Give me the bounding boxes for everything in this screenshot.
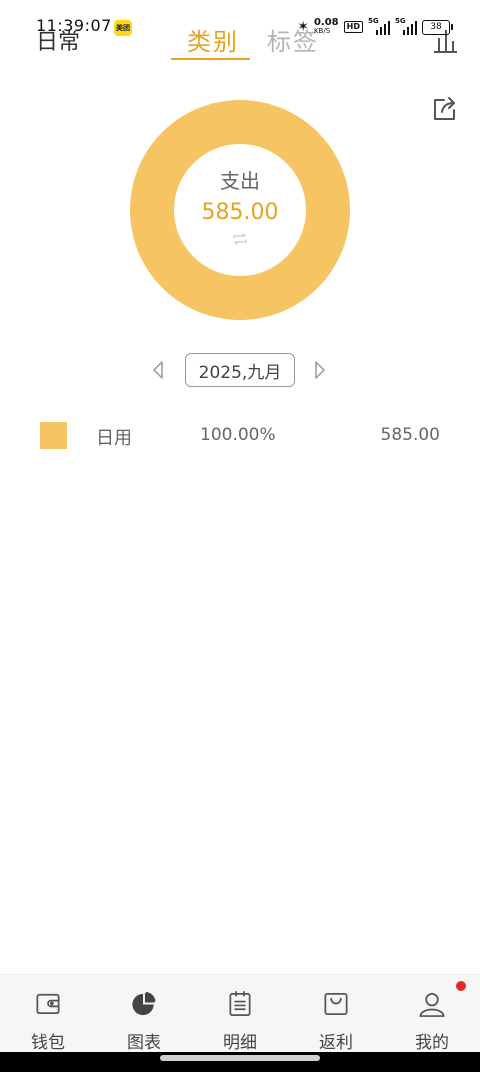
nav-item-mine[interactable]: 我的 [384,975,480,1053]
signal-icon-2: 5G [395,17,417,35]
status-bar: 11:39:07 美团 ✶ 0.08 KB/S HD 5G 5G 38 [0,0,480,48]
nav-label-chart: 图表 [127,1033,161,1053]
meituan-notification-icon: 美团 [114,20,132,36]
expense-donut-chart[interactable]: 支出 585.00 [129,99,350,321]
share-icon[interactable] [432,96,458,122]
network-speed-unit: KB/S [313,27,331,35]
bluetooth-icon: ✶ [297,19,309,35]
category-name: 日用 [96,428,132,449]
nav-label-details: 明细 [223,1033,257,1053]
app-screen: 11:39:07 美团 ✶ 0.08 KB/S HD 5G 5G 38 日常 类… [0,0,480,1072]
bottom-nav: 钱包 图表 明细 返利 我的 [0,974,480,1053]
category-amount: 585.00 [380,425,440,445]
chevron-right-icon[interactable] [312,360,328,380]
nav-label-wallet: 钱包 [31,1033,65,1053]
month-selector: 2025,九月 [0,352,480,388]
category-percent: 100.00% [200,425,276,445]
home-indicator[interactable] [160,1055,320,1061]
nav-item-details[interactable]: 明细 [192,975,288,1053]
donut-center-amount: 585.00 [201,200,279,225]
shopping-bag-icon [324,992,348,1016]
nav-item-wallet[interactable]: 钱包 [0,975,96,1053]
swap-icon[interactable] [232,231,248,247]
notification-badge [456,981,466,991]
wallet-icon [36,993,60,1015]
user-icon [419,992,445,1017]
hd-voice-icon: HD [343,21,363,33]
donut-center-label: 支出 [220,169,260,193]
nav-label-rebate: 返利 [319,1033,353,1053]
nav-label-mine: 我的 [415,1033,449,1053]
donut-center: 支出 585.00 [130,100,350,320]
active-tab-indicator [171,58,250,60]
month-picker[interactable]: 2025,九月 [185,353,295,387]
network-speed: 0.08 KB/S [314,18,339,36]
status-indicators: ✶ 0.08 KB/S HD 5G 5G 38 [297,16,453,38]
nav-item-rebate[interactable]: 返利 [288,975,384,1053]
clipboard-icon [229,991,251,1016]
month-label: 2025,九月 [198,362,282,383]
battery-icon: 38 [422,19,453,35]
nav-item-chart[interactable]: 图表 [96,975,192,1053]
category-list-item[interactable]: 日用 100.00% 585.00 [0,418,480,454]
status-time: 11:39:07 [36,16,112,35]
network-speed-value: 0.08 [313,17,339,28]
pie-chart-icon [132,991,156,1016]
signal-icon-1: 5G [368,17,390,35]
chevron-left-icon[interactable] [150,360,166,380]
category-color-swatch [40,422,67,449]
